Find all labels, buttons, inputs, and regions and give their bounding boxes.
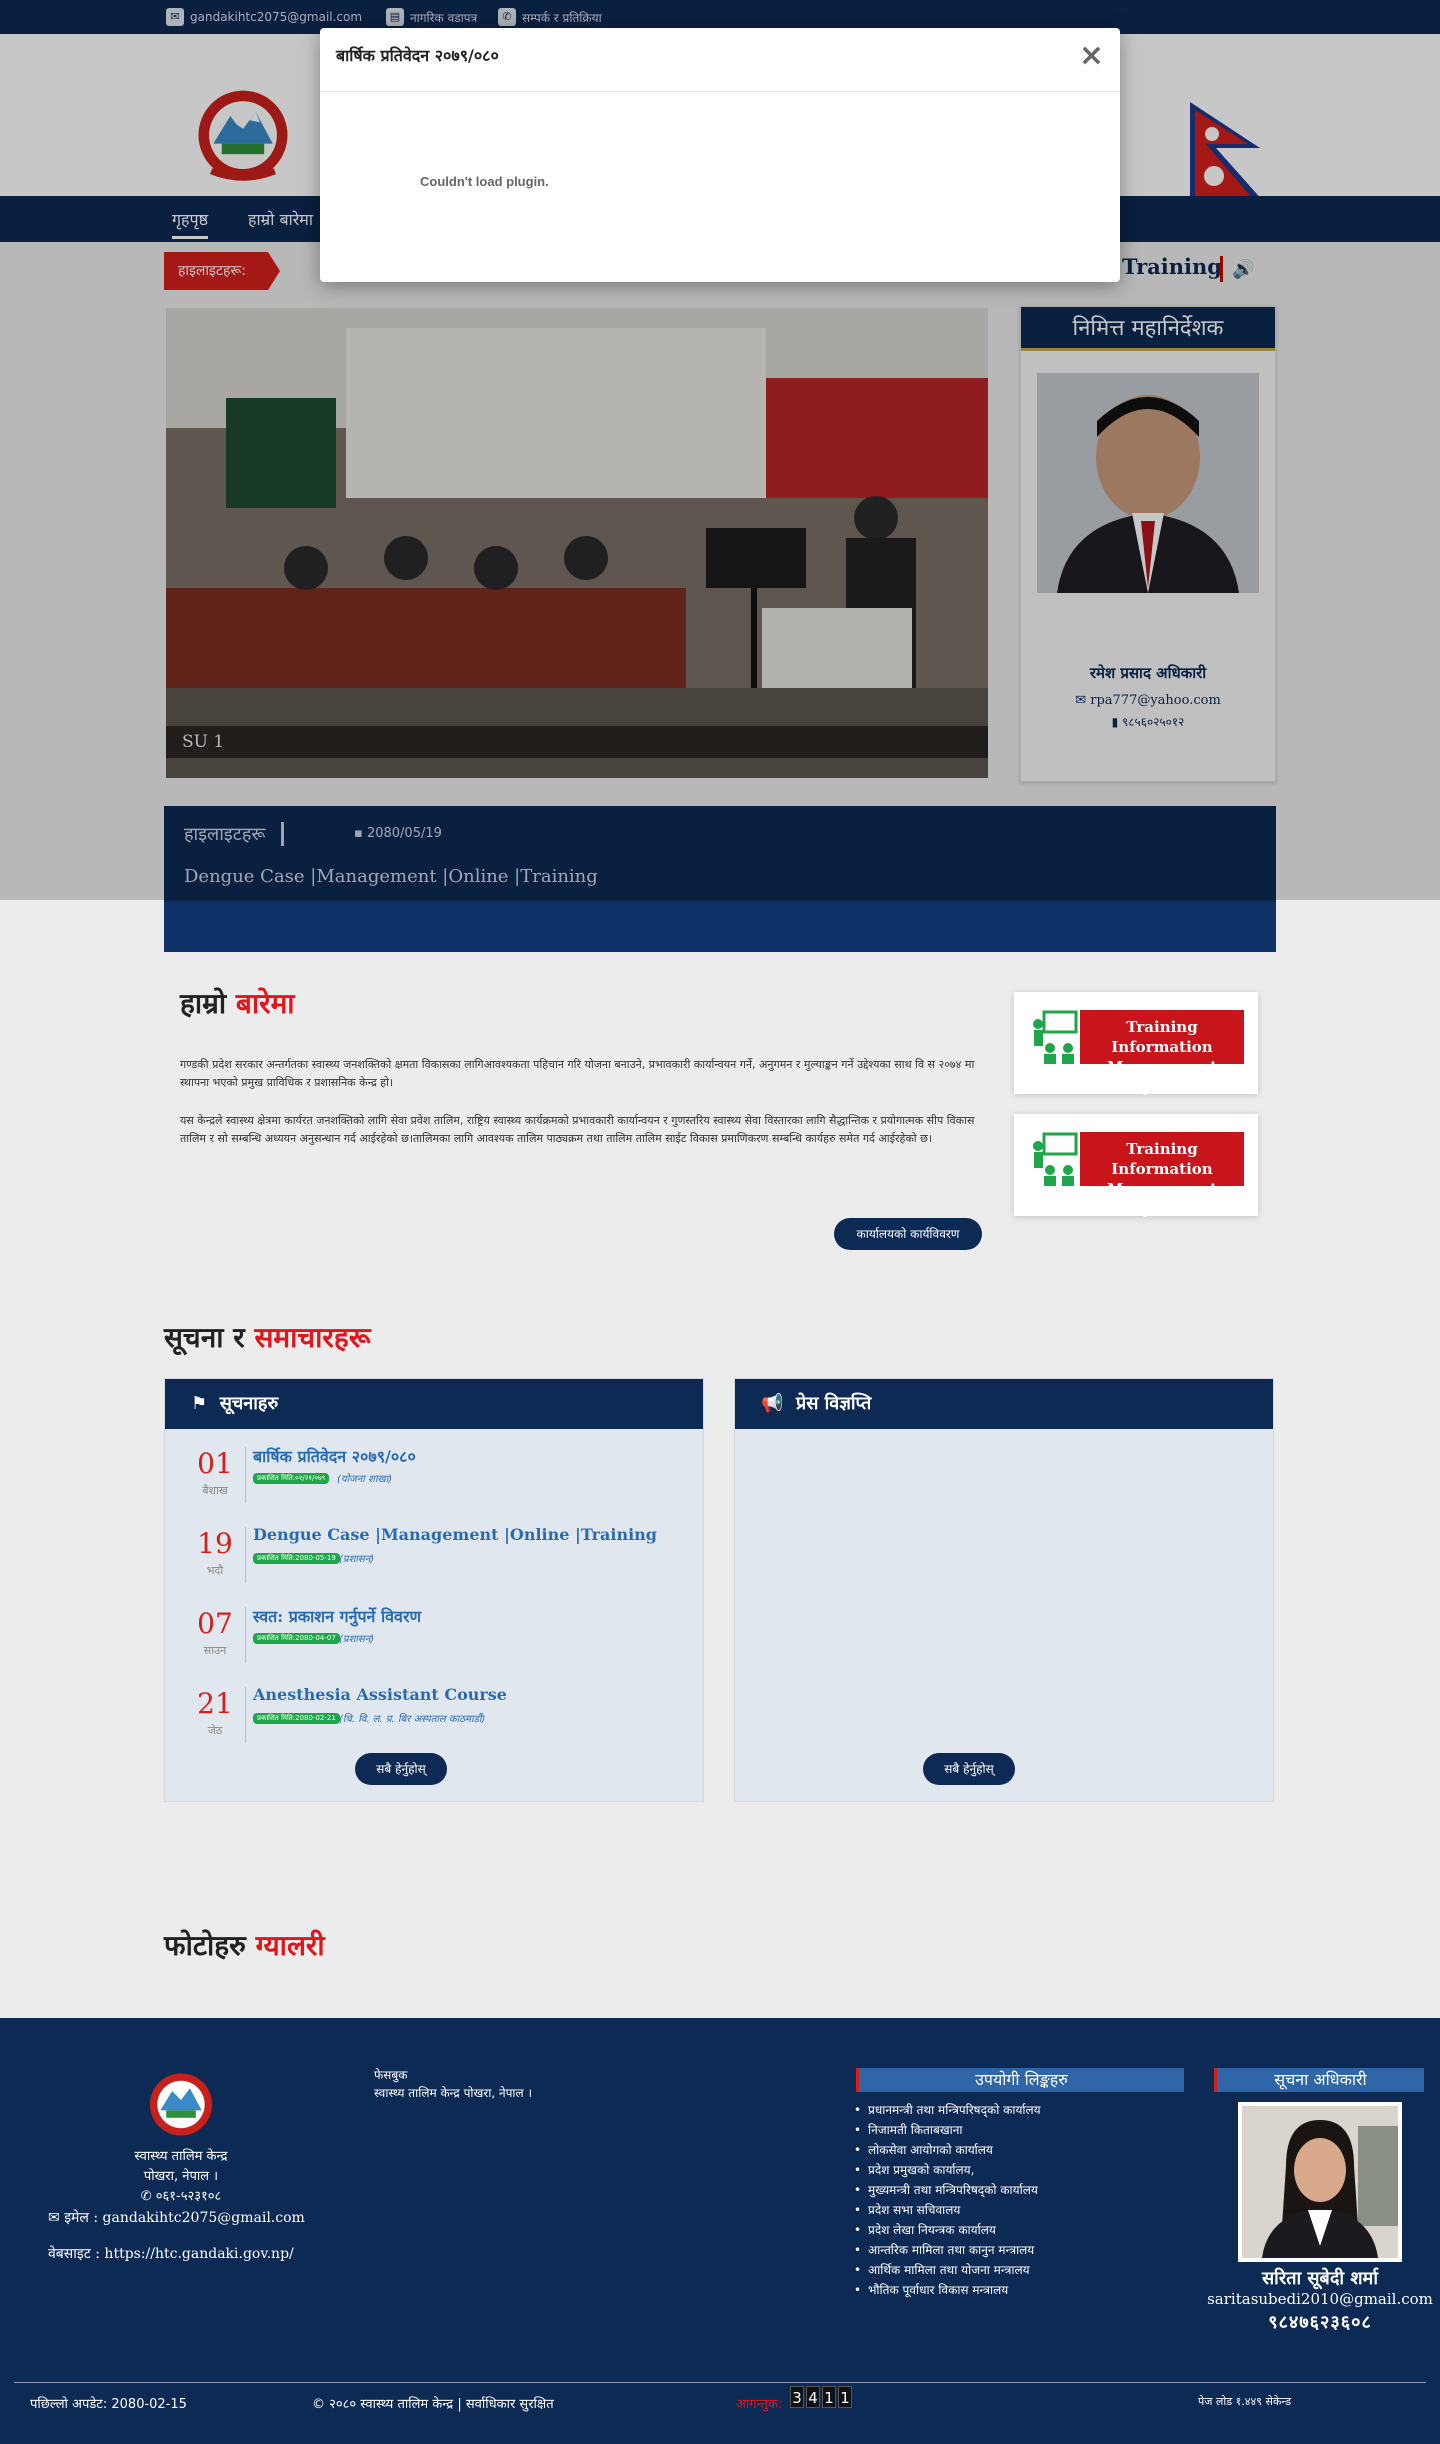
about-section-title: हाम्रो बारेमा	[180, 987, 295, 1020]
useful-link[interactable]: आन्तरिक मामिला तथा कानुन मन्त्रालय	[854, 2240, 1041, 2260]
notice-date-tag: प्रकाशित मिति:2080-05-19	[253, 1553, 340, 1564]
flag-icon: ⚑	[191, 1393, 208, 1414]
notices-panel-header: ⚑ सूचनाहरु	[165, 1379, 703, 1429]
footer-email[interactable]: ✉ इमेल : gandakihtc2075@gmail.com	[48, 2208, 305, 2227]
useful-link[interactable]: भौतिक पूर्वाधार विकास मन्त्रालय	[854, 2280, 1041, 2300]
modal-header: बार्षिक प्रतिवेदन २०७९/०८० ×	[320, 28, 1120, 92]
notice-date-tag: प्रकाशित मिति:०१/२१/०७९	[253, 1473, 330, 1484]
tims-label-1: Training Information Management System	[1080, 1010, 1244, 1096]
useful-link[interactable]: मुख्यमन्त्री तथा मन्त्रिपरिषद्को कार्याल…	[854, 2180, 1041, 2200]
notice-category: (योजना शाखा)	[337, 1474, 393, 1485]
information-officer-name: सरिता सूबेदी शर्मा	[1262, 2268, 1378, 2289]
footer-facebook-label: फेसबुक	[374, 2068, 408, 2082]
footer-emblem-logo	[149, 2073, 213, 2136]
notice-item[interactable]: 19 भदौ Dengue Case |Management |Online |…	[185, 1521, 685, 1591]
visitor-counter-label: आगन्तुक:	[736, 2397, 783, 2412]
counter-digit: 4	[806, 2386, 820, 2408]
information-officer-photo	[1238, 2102, 1402, 2262]
information-officer-email[interactable]: saritasubedi2010@gmail.com	[1200, 2290, 1440, 2308]
notices-panel: ⚑ सूचनाहरु 01 बैशाख बार्षिक प्रतिवेदन २०…	[164, 1378, 704, 1802]
page-load-time: पेज लोड १.४४९ सेकेन्ड	[1198, 2395, 1292, 2408]
inbox-icon: ✉	[48, 2210, 60, 2226]
news-section-title: सूचना र समाचारहरू	[164, 1321, 371, 1354]
plugin-error-message: Couldn't load plugin.	[420, 174, 549, 189]
notice-item[interactable]: 07 साउन स्वत: प्रकाशन गर्नुपर्ने विवरण प…	[185, 1601, 685, 1671]
notice-date-tag: प्रकाशित मिति:2080-04-07	[253, 1633, 340, 1644]
report-modal: बार्षिक प्रतिवेदन २०७९/०८० × Couldn't lo…	[320, 28, 1120, 282]
tims-label-2: Training Information Management System	[1080, 1132, 1244, 1218]
press-view-all-button[interactable]: सबै हेर्नुहोस्	[923, 1753, 1015, 1785]
notice-date-tag: प्रकाशित मिति:2080-02-21	[253, 1713, 340, 1724]
footer-website[interactable]: वेबसाइट : https://htc.gandaki.gov.np/	[48, 2244, 294, 2263]
about-paragraph-1: गण्डकी प्रदेश सरकार अन्तर्गतका स्वास्थ्य…	[180, 1058, 975, 1089]
about-paragraph-2: यस केन्द्रले स्वास्थ्य क्षेत्रमा कार्यरत…	[180, 1114, 975, 1145]
tims-link-1[interactable]: Training Information Management System	[1014, 992, 1258, 1096]
notice-title[interactable]: Dengue Case |Management |Online |Trainin…	[253, 1525, 657, 1544]
notice-category: (प्रशासन)	[339, 1554, 375, 1565]
information-officer-phone: ९८४७६२३६०८	[1268, 2312, 1372, 2333]
counter-digit: 1	[838, 2386, 852, 2408]
notice-category: (प्रशासन)	[339, 1634, 375, 1645]
footer-address: पोखरा, नेपाल ।	[143, 2169, 219, 2184]
useful-link[interactable]: आर्थिक मामिला तथा योजना मन्त्रालय	[854, 2260, 1041, 2280]
useful-link[interactable]: प्रदेश प्रमुखको कार्यालय,	[854, 2160, 1041, 2180]
teacher-board-icon	[1033, 1132, 1078, 1186]
office-details-button[interactable]: कार्यालयको कार्यविवरण	[834, 1218, 982, 1250]
modal-title: बार्षिक प्रतिवेदन २०७९/०८०	[336, 46, 499, 65]
press-panel-header: 📢 प्रेस विज्ञप्ति	[735, 1379, 1273, 1429]
footer-divider	[14, 2382, 1426, 2383]
megaphone-icon: 📢	[761, 1393, 784, 1414]
last-update: पछिल्लो अपडेट: 2080-02-15	[30, 2397, 187, 2412]
notice-title[interactable]: स्वत: प्रकाशन गर्नुपर्ने विवरण	[253, 1605, 421, 1627]
notice-item[interactable]: 01 बैशाख बार्षिक प्रतिवेदन २०७९/०८० प्रक…	[185, 1441, 685, 1511]
counter-digit: 1	[822, 2386, 836, 2408]
visitor-counter: 3 4 1 1	[790, 2386, 852, 2408]
useful-link[interactable]: प्रदेश लेखा नियन्त्रक कार्यालय	[854, 2220, 1041, 2240]
useful-link[interactable]: प्रधानमन्त्री तथा मन्त्रिपरिषद्को कार्या…	[854, 2100, 1041, 2120]
footer-facebook-page[interactable]: स्वास्थ्य तालिम केन्द्र पोखरा, नेपाल ।	[374, 2084, 532, 2101]
notices-view-all-button[interactable]: सबै हेर्नुहोस्	[355, 1753, 447, 1785]
copyright: © २०८० स्वास्थ्य तालिम केन्द्र | सर्वाधि…	[312, 2397, 554, 2412]
close-icon[interactable]: ×	[1079, 38, 1104, 73]
useful-links-list: प्रधानमन्त्री तथा मन्त्रिपरिषद्को कार्या…	[854, 2100, 1041, 2300]
press-release-panel: 📢 प्रेस विज्ञप्ति सबै हेर्नुहोस्	[734, 1378, 1274, 1802]
useful-link[interactable]: निजामती किताबखाना	[854, 2120, 1041, 2140]
highlights-band-footer	[164, 902, 1276, 952]
tims-link-2[interactable]: Training Information Management System	[1014, 1114, 1258, 1218]
useful-links-heading: उपयोगी लिङ्कहरु	[856, 2068, 1184, 2092]
notice-title[interactable]: बार्षिक प्रतिवेदन २०७९/०८०	[253, 1445, 416, 1467]
useful-link[interactable]: लोकसेवा आयोगको कार्यालय	[854, 2140, 1041, 2160]
notice-title[interactable]: Anesthesia Assistant Course	[253, 1685, 507, 1704]
footer-org-name: स्वास्थ्य तालिम केन्द्र	[134, 2149, 228, 2164]
counter-digit: 3	[790, 2386, 804, 2408]
teacher-board-icon	[1033, 1010, 1078, 1064]
notice-category: (चि. वि. ल. प्र. बिर अस्पताल काठमाडौं)	[339, 1714, 486, 1725]
gallery-section-title: फोटोहरु ग्यालरी	[164, 1929, 325, 1962]
notice-item[interactable]: 21 जेठ Anesthesia Assistant Course प्रका…	[185, 1681, 685, 1751]
information-officer-heading: सूचना अधिकारी	[1214, 2068, 1424, 2092]
footer-phone: ✆ ०६१-५२३१०८	[140, 2189, 222, 2204]
site-footer: स्वास्थ्य तालिम केन्द्र पोखरा, नेपाल । ✆…	[0, 2018, 1440, 2444]
useful-link[interactable]: प्रदेश सभा सचिवालय	[854, 2200, 1041, 2220]
